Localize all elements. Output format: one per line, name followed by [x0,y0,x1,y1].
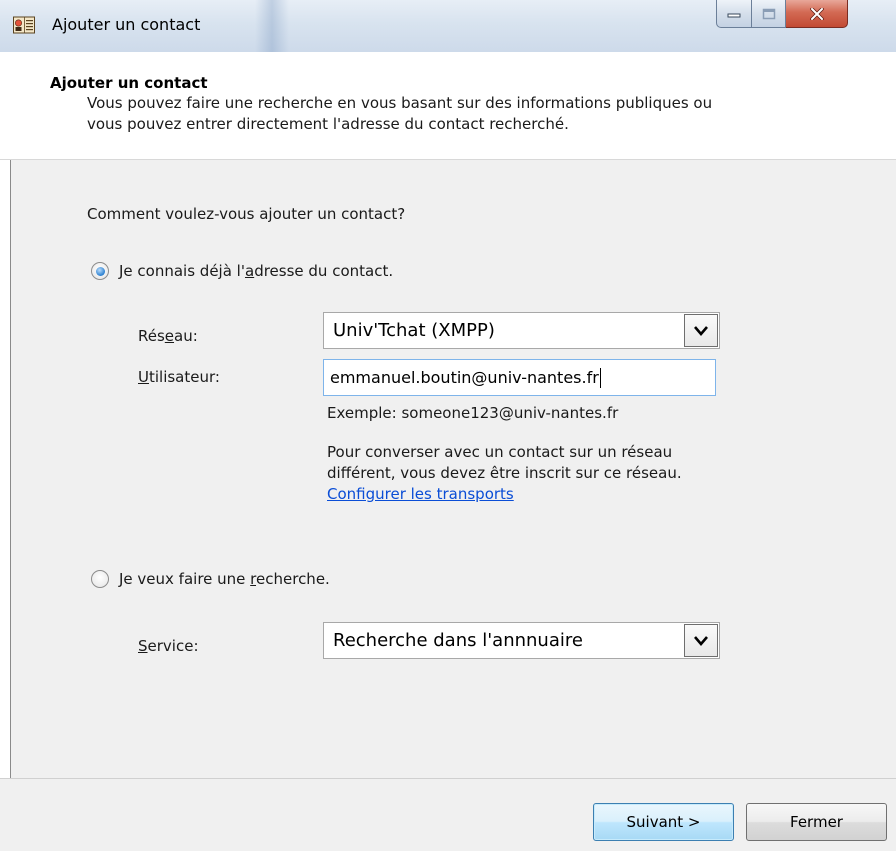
minimize-button[interactable] [716,0,752,28]
window-controls [716,0,848,30]
example-text: Exemple: someone123@univ-nantes.fr [327,404,619,422]
chevron-down-icon[interactable] [684,624,718,657]
maximize-icon [762,8,775,19]
title-bar-glare [255,0,289,52]
header-title: Ajouter un contact [50,74,208,92]
user-input-value: emmanuel.boutin@univ-nantes.fr [330,368,599,387]
header-description: Vous pouvez faire une recherche en vous … [87,93,867,135]
service-select[interactable]: Recherche dans l'annnuaire [323,622,720,659]
radio-option-address[interactable]: Je connais déjà l'adresse du contact. [91,262,393,280]
service-label: Service: [138,637,199,655]
close-dialog-button[interactable]: Fermer [746,803,887,841]
user-label: Utilisateur: [138,368,220,386]
contact-book-icon [13,16,35,34]
network-select[interactable]: Univ'Tchat (XMPP) [323,312,720,349]
header-description-line-2: vous pouvez entrer directement l'adresse… [87,115,569,133]
close-button[interactable] [786,0,848,28]
maximize-button[interactable] [752,0,786,28]
service-select-value: Recherche dans l'annnuaire [333,630,583,651]
dialog-header: Ajouter un contact Vous pouvez faire une… [0,52,896,160]
title-bar: Ajouter un contact [0,0,896,52]
close-icon [809,7,824,20]
transport-note-line-2: différent, vous devez être inscrit sur c… [327,464,682,482]
transport-note-line-1: Pour converser avec un contact sur un ré… [327,443,673,461]
network-select-value: Univ'Tchat (XMPP) [333,320,495,341]
header-description-line-1: Vous pouvez faire une recherche en vous … [87,94,713,112]
next-button[interactable]: Suivant > [593,803,734,841]
configure-transports-link[interactable]: Configurer les transports [327,485,514,503]
radio-option-search[interactable]: Je veux faire une recherche. [91,570,330,588]
question-text: Comment voulez-vous ajouter un contact? [87,205,406,223]
dialog-footer: Suivant > Fermer [0,778,896,851]
minimize-icon [727,13,741,17]
user-input[interactable]: emmanuel.boutin@univ-nantes.fr [323,359,716,396]
radio-search-label: Je veux faire une recherche. [119,570,330,588]
radio-address-button[interactable] [91,262,109,280]
radio-search-button[interactable] [91,570,109,588]
transport-note: Pour converser avec un contact sur un ré… [327,442,867,505]
window-title: Ajouter un contact [52,15,201,34]
radio-selected-dot [95,266,105,276]
chevron-down-icon[interactable] [684,314,718,347]
radio-address-label: Je connais déjà l'adresse du contact. [119,262,394,280]
text-caret [599,367,601,388]
network-label: Réseau: [138,327,198,345]
dialog-content: Comment voulez-vous ajouter un contact? … [0,160,896,778]
